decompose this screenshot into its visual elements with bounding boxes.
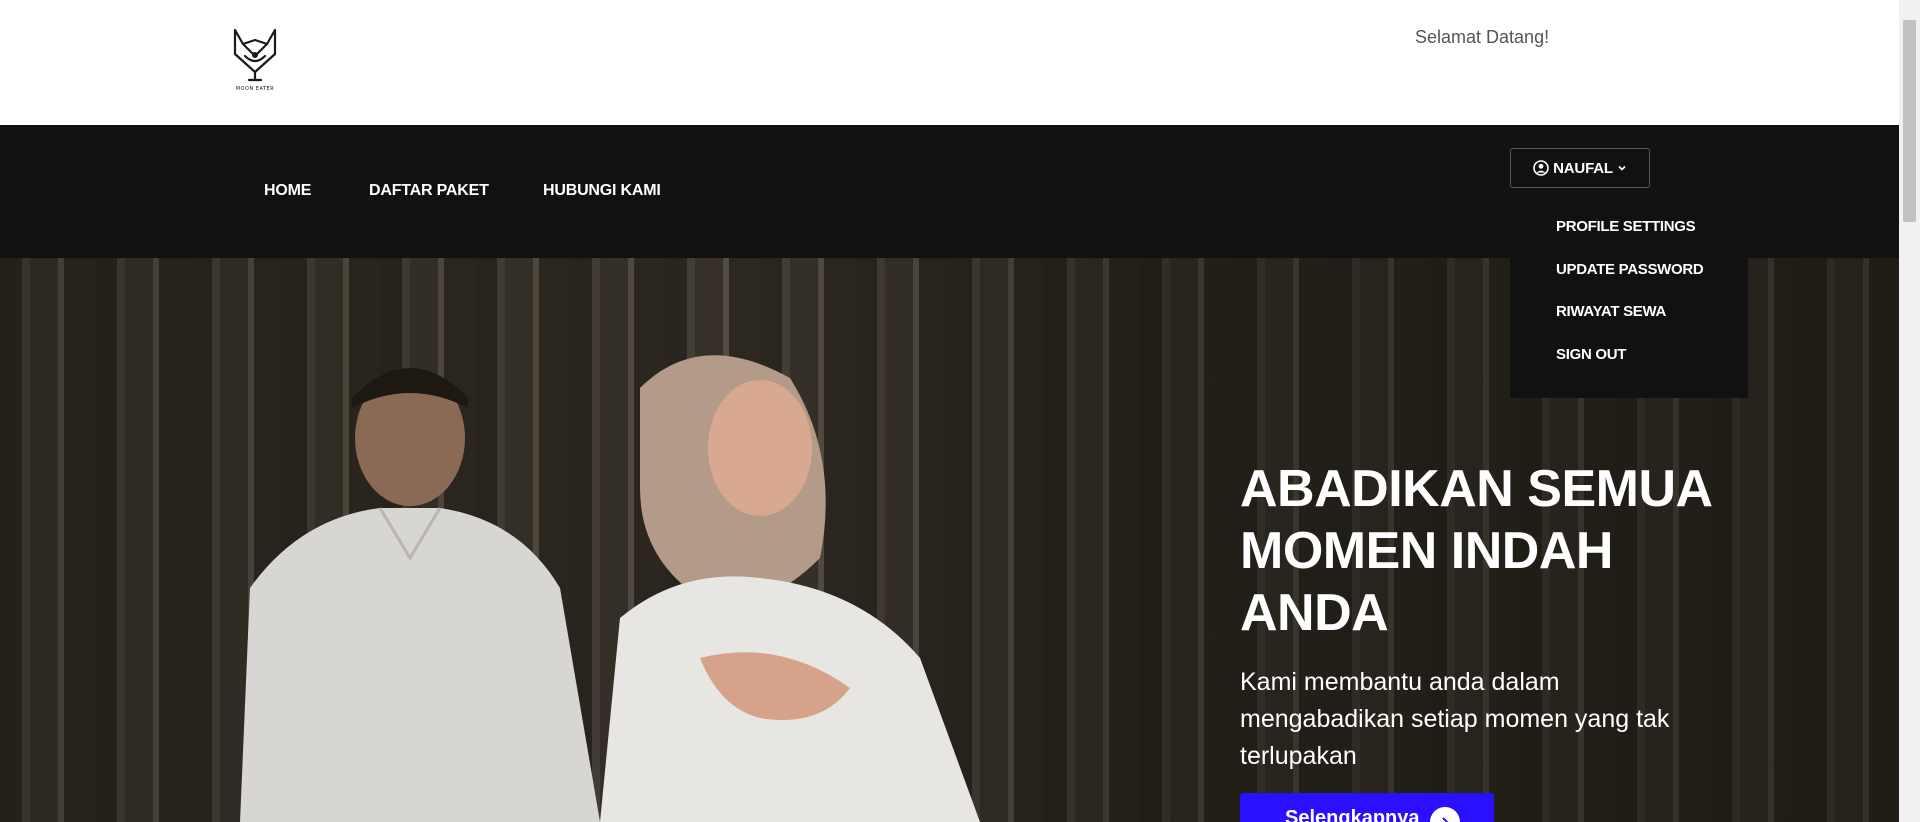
user-name-label: NAUFAL [1553, 159, 1613, 177]
selengkapnya-label: Selengkapnya [1285, 807, 1420, 822]
user-dropdown-menu: PROFILE SETTINGS UPDATE PASSWORD RIWAYAT… [1510, 195, 1748, 398]
menu-riwayat-sewa[interactable]: RIWAYAT SEWA [1556, 303, 1666, 320]
user-menu-button[interactable]: NAUFAL [1510, 148, 1650, 188]
menu-sign-out[interactable]: SIGN OUT [1556, 346, 1626, 363]
page-scrollbar[interactable] [1899, 0, 1920, 822]
hero-title: ABADIKAN SEMUA MOMEN INDAH ANDA [1240, 460, 1711, 642]
user-circle-icon [1533, 160, 1549, 176]
arrow-right-circle-icon [1429, 807, 1460, 822]
chevron-down-icon [1618, 165, 1626, 171]
logo-wordmark: MOON EATER [235, 86, 275, 92]
fox-logo-icon [233, 28, 277, 82]
hero-subtitle: Kami membantu anda dalam mengabadikan se… [1240, 668, 1670, 770]
scrollbar-thumb[interactable] [1903, 20, 1916, 222]
brand-logo[interactable]: MOON EATER [229, 26, 281, 98]
welcome-text: Selamat Datang! [1415, 27, 1550, 47]
top-header: MOON EATER Selamat Datang! [0, 0, 1899, 125]
nav-home-link[interactable]: HOME [264, 182, 311, 200]
menu-profile-settings[interactable]: PROFILE SETTINGS [1556, 218, 1696, 235]
nav-hubungi-kami-link[interactable]: HUBUNGI KAMI [543, 182, 661, 200]
menu-update-password[interactable]: UPDATE PASSWORD [1556, 261, 1704, 278]
nav-daftar-paket-link[interactable]: DAFTAR PAKET [369, 182, 489, 200]
selengkapnya-button[interactable]: Selengkapnya [1240, 793, 1494, 822]
hero-couple-photo [240, 355, 980, 822]
